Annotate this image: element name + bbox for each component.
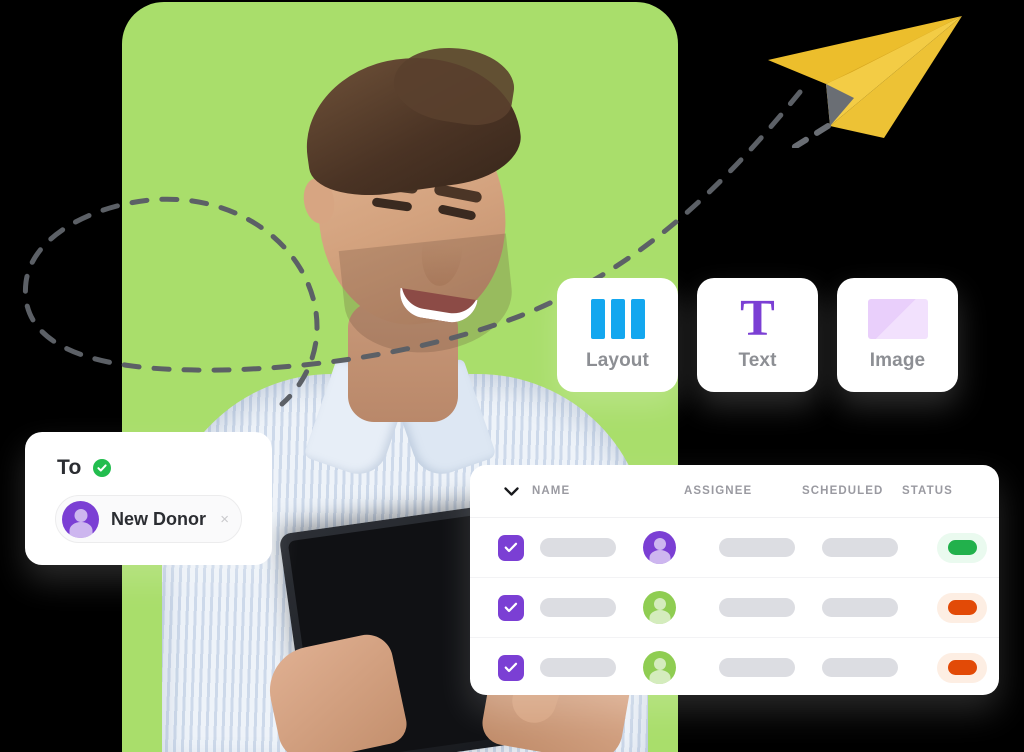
recipient-header: To <box>57 456 111 480</box>
check-circle-icon <box>92 459 111 477</box>
assignee-placeholder-bar <box>719 598 795 617</box>
cell-scheduled <box>822 598 925 617</box>
cell-assignee-label <box>719 598 822 617</box>
recipient-chip-name: New Donor <box>111 508 207 529</box>
status-badge <box>937 592 987 623</box>
tasks-table-card: NAME ASSIGNEE SCHEDULED STATUS <box>470 465 999 695</box>
cell-scheduled <box>822 538 925 557</box>
name-placeholder-bar <box>540 598 616 617</box>
assignee-placeholder-bar <box>719 658 795 677</box>
assignee-placeholder-bar <box>719 538 795 557</box>
cell-assignee-label <box>719 658 822 677</box>
cell-status <box>925 532 999 563</box>
table-row[interactable] <box>470 518 999 578</box>
user-avatar-icon <box>643 531 676 564</box>
chevron-down-icon[interactable] <box>490 486 532 496</box>
status-badge <box>937 652 987 683</box>
scheduled-placeholder-bar <box>822 658 898 677</box>
cell-assignee <box>643 531 719 564</box>
status-badge <box>937 532 987 563</box>
table-row[interactable] <box>470 578 999 638</box>
table-row[interactable] <box>470 638 999 695</box>
column-header-name[interactable]: NAME <box>532 485 684 497</box>
scheduled-placeholder-bar <box>822 538 898 557</box>
recipient-title: To <box>57 456 82 479</box>
layout-columns-icon <box>590 298 645 339</box>
cell-name <box>540 598 643 617</box>
screenshot-root: Layout T Text Image To New Donor × NAME … <box>0 0 1024 752</box>
tool-card-text[interactable]: T Text <box>697 278 818 392</box>
cell-assignee <box>643 591 719 624</box>
tool-card-label: Image <box>869 349 926 371</box>
remove-chip-icon[interactable]: × <box>220 512 229 527</box>
tool-card-label: Layout <box>586 349 649 371</box>
cell-name <box>540 658 643 677</box>
user-avatar-icon <box>62 500 99 538</box>
cell-assignee <box>643 651 719 684</box>
cell-name <box>540 538 643 557</box>
tool-card-image[interactable]: Image <box>837 278 958 392</box>
text-t-icon: T <box>740 289 775 347</box>
user-avatar-icon <box>643 591 676 624</box>
name-placeholder-bar <box>540 658 616 677</box>
column-header-scheduled[interactable]: SCHEDULED <box>802 485 902 497</box>
cell-scheduled <box>822 658 925 677</box>
user-avatar-icon <box>643 651 676 684</box>
cell-status <box>925 592 999 623</box>
column-header-status[interactable]: STATUS <box>902 485 972 497</box>
cell-assignee-label <box>719 538 822 557</box>
cell-status <box>925 652 999 683</box>
scheduled-placeholder-bar <box>822 598 898 617</box>
recipient-chip[interactable]: New Donor × <box>55 495 242 543</box>
tool-card-layout[interactable]: Layout <box>557 278 678 392</box>
column-header-assignee[interactable]: ASSIGNEE <box>684 485 802 497</box>
row-checkbox[interactable] <box>498 534 524 561</box>
image-placeholder-icon <box>867 298 928 339</box>
paper-plane-icon <box>768 16 962 148</box>
tool-card-label: Text <box>738 349 777 371</box>
row-checkbox[interactable] <box>498 594 524 621</box>
name-placeholder-bar <box>540 538 616 557</box>
table-header-row: NAME ASSIGNEE SCHEDULED STATUS <box>470 465 999 518</box>
recipient-card: To New Donor × <box>25 432 272 565</box>
row-checkbox[interactable] <box>498 654 524 681</box>
